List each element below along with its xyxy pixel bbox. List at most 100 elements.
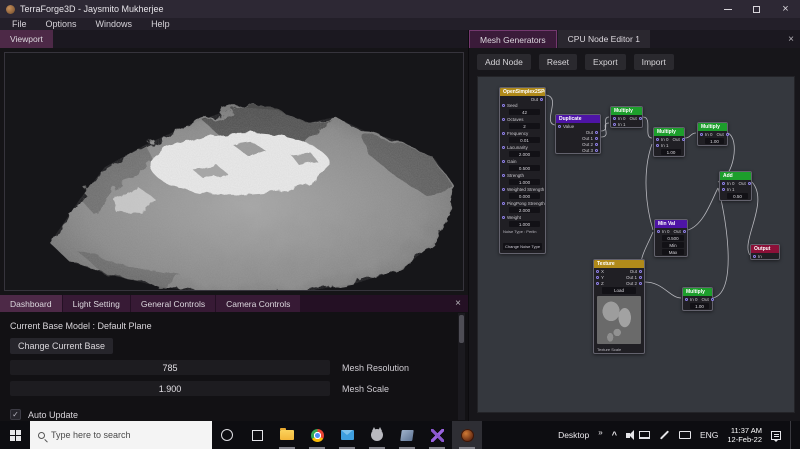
reset-button[interactable]: Reset xyxy=(538,54,578,70)
tab-general-controls[interactable]: General Controls xyxy=(130,295,216,312)
node-pin[interactable] xyxy=(685,297,688,301)
node-pin[interactable] xyxy=(710,297,714,301)
chevrons-icon[interactable]: » xyxy=(598,428,602,437)
param-value-input[interactable]: 1.000 xyxy=(509,179,540,185)
node-pin[interactable] xyxy=(638,116,642,120)
node-editor-close-icon[interactable]: × xyxy=(781,30,800,48)
tab-cpu-node-editor[interactable]: CPU Node Editor 1 xyxy=(557,30,650,48)
menu-help[interactable]: Help xyxy=(151,19,170,29)
app-button[interactable] xyxy=(392,421,422,449)
menu-windows[interactable]: Windows xyxy=(96,19,133,29)
node-pin[interactable] xyxy=(502,202,505,205)
tab-camera-controls[interactable]: Camera Controls xyxy=(216,295,301,312)
node-pin[interactable] xyxy=(502,174,505,177)
github-desktop-button[interactable] xyxy=(362,421,392,449)
cortana-button[interactable] xyxy=(212,421,242,449)
node-pin[interactable] xyxy=(502,146,505,149)
change-current-base-button[interactable]: Change Current Base xyxy=(10,338,114,354)
node-texture[interactable]: Texture X Out Y Out 1 Z Out 2 Load Texture Scale xyxy=(593,259,645,354)
node-pin[interactable] xyxy=(639,275,642,279)
node-pin[interactable] xyxy=(595,148,598,152)
node-pin[interactable] xyxy=(700,132,703,136)
node-footer-button[interactable]: Change Noise Type xyxy=(503,243,543,250)
auto-update-checkbox[interactable]: ✓ xyxy=(10,409,21,420)
node-pin[interactable] xyxy=(502,188,505,191)
dashboard-close-icon[interactable]: × xyxy=(448,295,468,312)
node-min-val[interactable]: Min Val In 0 Out 0.500 Min Max xyxy=(654,219,688,257)
param-value-input[interactable]: 1.000 xyxy=(509,221,540,227)
mesh-scale-input[interactable]: 1.900 xyxy=(10,381,330,396)
minimize-button[interactable] xyxy=(713,0,742,18)
node-pin[interactable] xyxy=(595,130,598,134)
param-value-input[interactable]: 0.000 xyxy=(509,193,540,199)
chrome-button[interactable] xyxy=(302,421,332,449)
node-value-input[interactable]: 1.00 xyxy=(705,138,724,144)
tab-dashboard[interactable]: Dashboard xyxy=(0,295,62,312)
node-multiply[interactable]: Multiply In 0 Out 1.00 xyxy=(697,122,729,146)
task-view-button[interactable] xyxy=(242,421,272,449)
mesh-resolution-input[interactable]: 785 xyxy=(10,360,330,375)
node-pin[interactable] xyxy=(725,132,729,136)
node-pin[interactable] xyxy=(656,137,659,141)
action-center-icon[interactable] xyxy=(771,430,781,442)
search-input[interactable] xyxy=(51,430,191,440)
node-pin[interactable] xyxy=(639,281,642,285)
param-value-input[interactable]: 2.000 xyxy=(509,207,540,213)
menu-file[interactable]: File xyxy=(12,19,27,29)
terraforge-taskbar-button[interactable] xyxy=(452,421,482,449)
node-pin[interactable] xyxy=(596,275,599,279)
dashboard-scrollbar[interactable] xyxy=(458,313,465,420)
node-value-input[interactable]: Max xyxy=(662,249,684,255)
node-pin[interactable] xyxy=(613,116,616,120)
node-pin[interactable] xyxy=(656,143,659,147)
node-pin[interactable] xyxy=(681,137,685,141)
node-value-input[interactable]: 0.50 xyxy=(727,193,748,199)
node-pin[interactable] xyxy=(502,216,505,219)
tab-mesh-generators[interactable]: Mesh Generators xyxy=(469,30,557,48)
node-canvas[interactable]: OpenSimplex2SPerlinOutSeed42Octaves2Freq… xyxy=(477,76,795,413)
node-pin[interactable] xyxy=(639,269,642,273)
language-indicator[interactable]: ENG xyxy=(700,430,718,440)
touch-keyboard-icon[interactable] xyxy=(678,431,691,439)
node-pin[interactable] xyxy=(596,269,599,273)
node-pin[interactable] xyxy=(540,97,543,101)
node-pin[interactable] xyxy=(502,118,505,121)
param-value-input[interactable]: 0.01 xyxy=(509,137,540,143)
export-button[interactable]: Export xyxy=(585,54,626,70)
node-pin[interactable] xyxy=(502,160,505,163)
desktop-toolbar-label[interactable]: Desktop xyxy=(558,430,589,440)
dashboard-scrollbar-thumb[interactable] xyxy=(459,315,464,343)
node-multiply[interactable]: Multiply In 0 Out 1.00 xyxy=(682,287,714,311)
file-explorer-button[interactable] xyxy=(272,421,302,449)
node-pin[interactable] xyxy=(753,254,756,258)
node-output[interactable]: Output In xyxy=(750,244,780,260)
viewport-canvas[interactable] xyxy=(4,52,464,291)
clock[interactable]: 11:37 AM 12-Feb-22 xyxy=(727,426,762,444)
visual-studio-button[interactable] xyxy=(422,421,452,449)
menu-options[interactable]: Options xyxy=(46,19,77,29)
pen-icon[interactable] xyxy=(659,430,670,440)
add-node-button[interactable]: Add Node xyxy=(477,54,531,70)
node-pin[interactable] xyxy=(657,229,660,233)
tab-light-setting[interactable]: Light Setting xyxy=(62,295,130,312)
node-pin[interactable] xyxy=(502,104,505,107)
import-button[interactable]: Import xyxy=(633,54,674,70)
node-pin[interactable] xyxy=(682,229,686,233)
node-pin[interactable] xyxy=(502,132,505,135)
close-button[interactable]: × xyxy=(771,0,800,18)
show-hidden-icons[interactable]: ^ xyxy=(612,430,617,440)
node-add[interactable]: Add In 0 Out In 1 0.50 xyxy=(719,171,752,201)
start-button[interactable] xyxy=(0,421,30,449)
node-pin[interactable] xyxy=(558,124,561,128)
node-value-input[interactable]: Min xyxy=(662,242,684,248)
taskbar-search[interactable] xyxy=(30,421,212,449)
node-multiply[interactable]: Multiply In 0 Out In 1 1.00 xyxy=(653,127,685,157)
node-pin[interactable] xyxy=(722,187,725,191)
node-pin[interactable] xyxy=(595,142,598,146)
maximize-button[interactable] xyxy=(742,0,771,18)
show-desktop-button[interactable] xyxy=(790,421,794,449)
param-value-input[interactable]: 2.000 xyxy=(509,151,540,157)
node-pin[interactable] xyxy=(722,181,725,185)
tab-viewport[interactable]: Viewport xyxy=(0,30,53,48)
param-value-input[interactable]: 42 xyxy=(509,109,540,115)
